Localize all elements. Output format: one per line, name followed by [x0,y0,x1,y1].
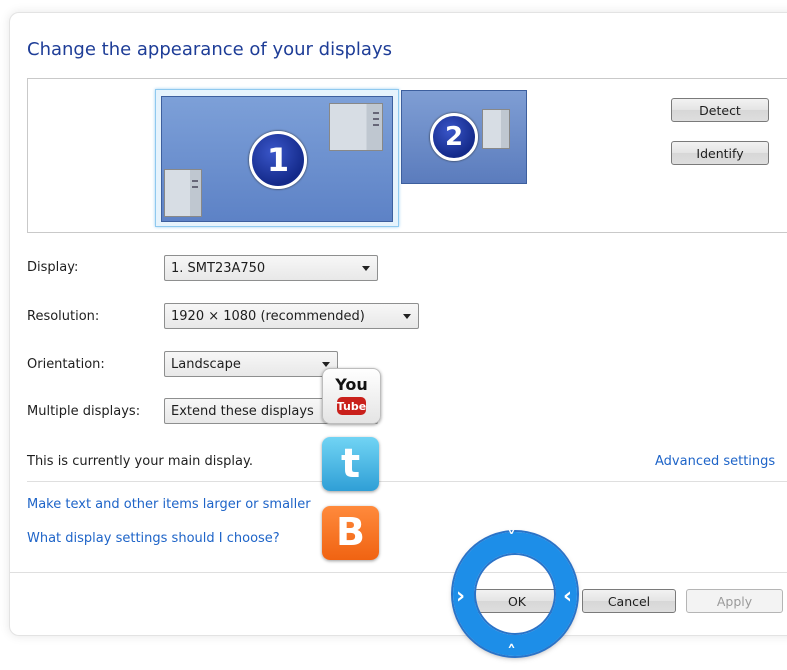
display-value: 1. SMT23A750 [171,260,266,276]
chevron-left-icon[interactable]: ‹ [563,584,572,609]
blogger-icon[interactable]: B [322,506,379,560]
multiple-displays-value: Extend these displays [171,403,314,419]
page-title: Change the appearance of your displays [27,39,392,60]
window-thumbnail [329,103,383,151]
navigation-ring[interactable] [453,532,577,656]
youtube-tube-text: Tube [337,397,366,415]
display-label: Display: [27,260,79,275]
display-settings-help-link[interactable]: What display settings should I choose? [27,531,280,546]
chevron-down-icon [403,314,411,319]
resolution-value: 1920 × 1080 (recommended) [171,308,365,324]
orientation-dropdown[interactable]: Landscape [164,351,338,377]
divider [10,572,787,573]
monitor-2-number: 2 [430,113,478,161]
window-thumbnail [164,169,202,217]
resolution-dropdown[interactable]: 1920 × 1080 (recommended) [164,303,419,329]
cancel-button[interactable]: Cancel [582,589,676,613]
resolution-label: Resolution: [27,309,100,324]
youtube-icon[interactable]: You Tube [322,368,381,424]
monitor-1-number: 1 [249,131,307,189]
chevron-down-icon[interactable]: ˅ [507,528,516,549]
detect-button[interactable]: Detect [671,98,769,122]
twitter-icon[interactable]: t [322,437,379,491]
main-display-status: This is currently your main display. [27,454,253,469]
apply-button: Apply [686,589,783,613]
divider [27,481,787,482]
chevron-down-icon [362,266,370,271]
chevron-right-icon[interactable]: › [456,584,465,609]
orientation-value: Landscape [171,356,241,372]
orientation-label: Orientation: [27,357,105,372]
youtube-you-text: You [335,375,368,394]
chevron-up-icon[interactable]: ˄ [507,642,516,663]
display-dropdown[interactable]: 1. SMT23A750 [164,255,378,281]
multiple-displays-label: Multiple displays: [27,404,141,419]
identify-button[interactable]: Identify [671,141,769,165]
chevron-down-icon [322,362,330,367]
twitter-glyph: t [340,441,361,487]
blogger-glyph: B [336,510,365,554]
make-text-larger-link[interactable]: Make text and other items larger or smal… [27,497,311,512]
advanced-settings-link[interactable]: Advanced settings [655,454,775,469]
window-thumbnail [482,109,510,149]
